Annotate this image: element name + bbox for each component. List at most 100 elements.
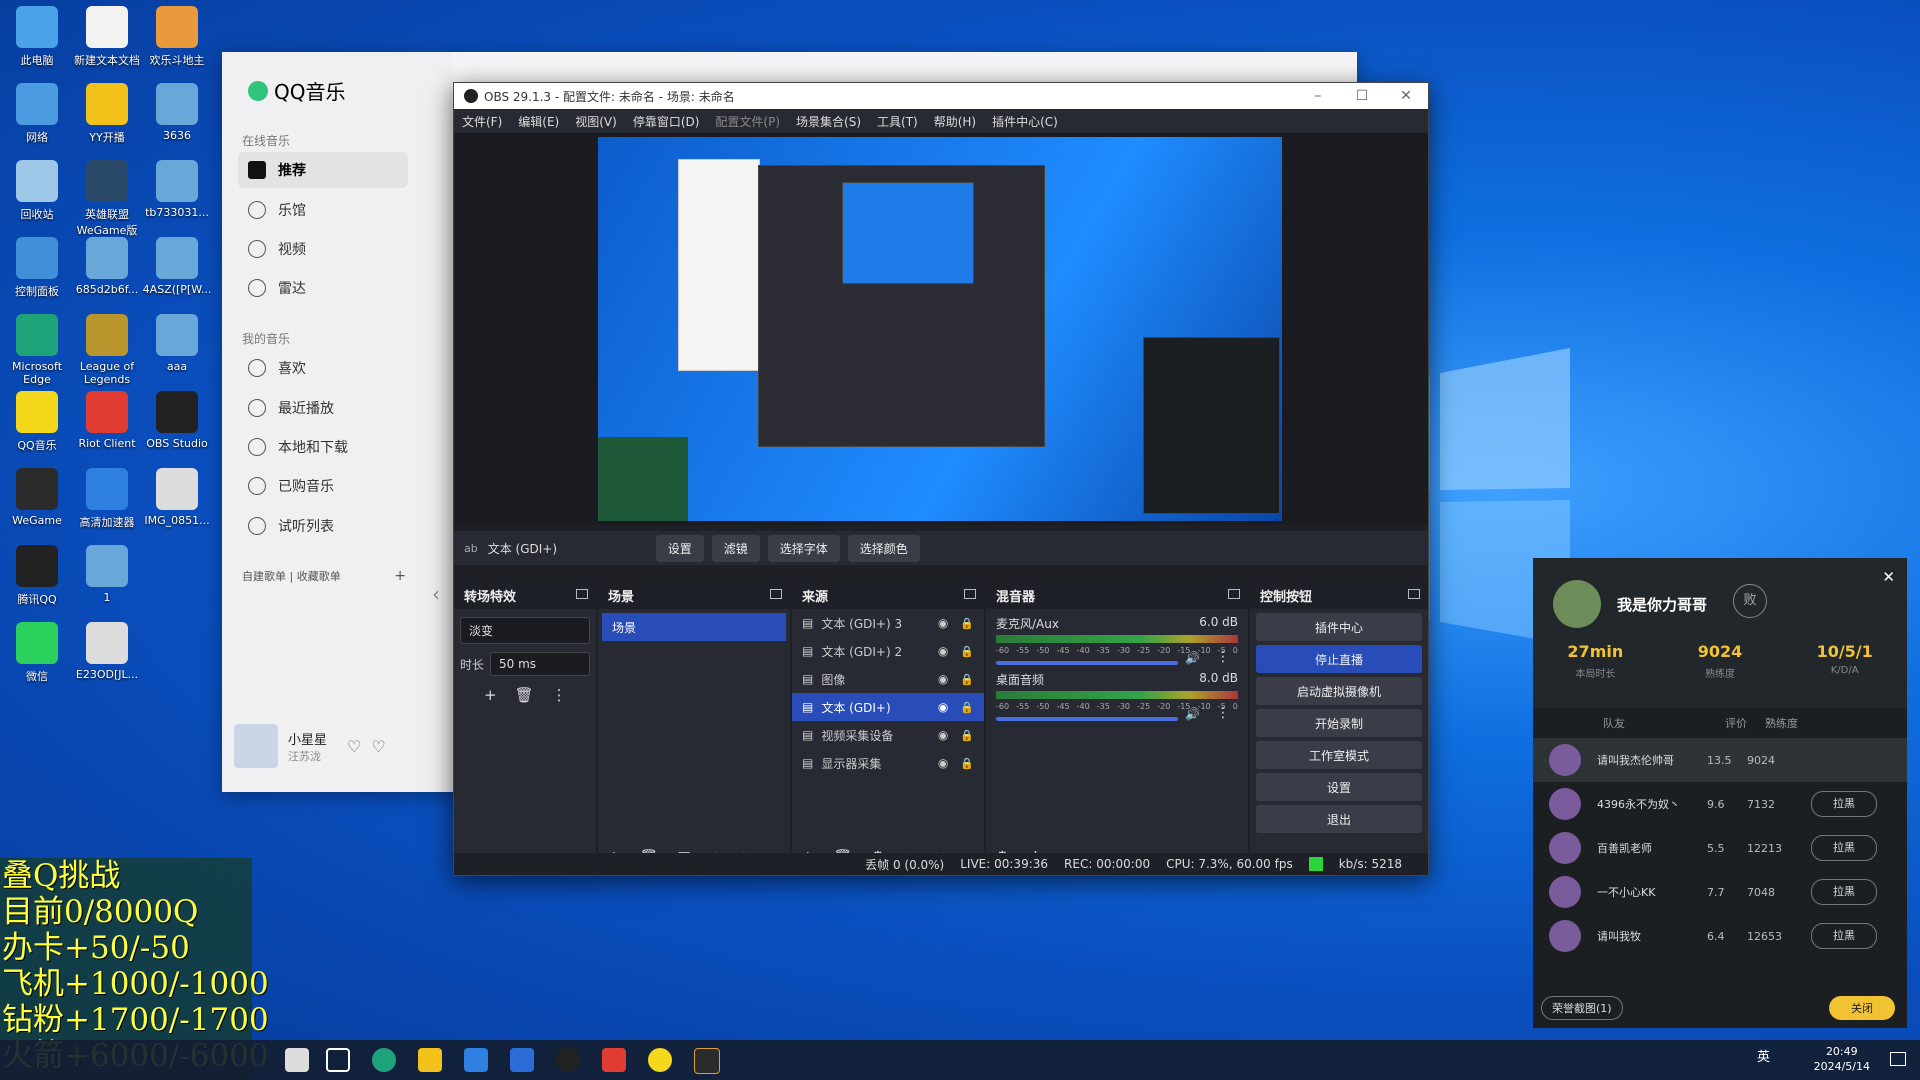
source-filters-button[interactable]: 滤镜 bbox=[711, 534, 760, 562]
more-icon[interactable]: ⋮ bbox=[1216, 649, 1230, 665]
desktop-icon[interactable]: WeGame bbox=[2, 468, 72, 527]
menu-profile[interactable]: 配置文件(P) bbox=[707, 113, 788, 130]
lock-icon[interactable]: 🔒 bbox=[960, 757, 974, 770]
add-icon[interactable]: + bbox=[484, 686, 515, 704]
nav-local-downloads[interactable]: 本地和下载 bbox=[238, 429, 408, 465]
desktop-icon[interactable]: YY开播 bbox=[72, 83, 142, 145]
menu-help[interactable]: 帮助(H) bbox=[926, 113, 984, 130]
desktop-icon[interactable]: tb733031... bbox=[142, 160, 212, 219]
desktop-icon[interactable]: 回收站 bbox=[2, 160, 72, 222]
studio-mode-button[interactable]: 工作室模式 bbox=[1256, 741, 1422, 769]
source-item[interactable]: ▤ 文本 (GDI+) 3 ◉ 🔒 bbox=[792, 609, 984, 637]
desktop-icon[interactable]: 微信 bbox=[2, 622, 72, 684]
nav-favorites[interactable]: 喜欢 bbox=[238, 350, 408, 386]
popout-icon[interactable] bbox=[964, 589, 976, 599]
lock-icon[interactable]: 🔒 bbox=[960, 729, 974, 742]
select-font-button[interactable]: 选择字体 bbox=[767, 534, 840, 562]
desktop-icon[interactable]: 英雄联盟WeGame版 bbox=[72, 160, 142, 238]
block-button[interactable]: 拉黑 bbox=[1811, 835, 1877, 861]
desktop-icon[interactable]: 控制面板 bbox=[2, 237, 72, 299]
nav-music-hall[interactable]: 乐馆 bbox=[238, 192, 408, 228]
desktop-icon[interactable]: 4ASZ([P[W... bbox=[142, 237, 212, 296]
transition-select[interactable]: 淡变 bbox=[460, 617, 590, 644]
lock-icon[interactable]: 🔒 bbox=[960, 701, 974, 714]
popout-icon[interactable] bbox=[1408, 589, 1420, 599]
nav-recommend[interactable]: 推荐 bbox=[238, 152, 408, 188]
nav-purchased[interactable]: 已购音乐 bbox=[238, 468, 408, 504]
desktop-icon[interactable]: Riot Client bbox=[72, 391, 142, 450]
add-playlist-button[interactable]: + bbox=[394, 568, 406, 584]
menu-scene-collection[interactable]: 场景集合(S) bbox=[788, 113, 869, 130]
popout-icon[interactable] bbox=[770, 589, 782, 599]
app-icon[interactable] bbox=[285, 1048, 309, 1072]
menu-docks[interactable]: 停靠窗口(D) bbox=[625, 113, 708, 130]
desktop-icon[interactable]: 3636 bbox=[142, 83, 212, 142]
task-view-icon[interactable] bbox=[326, 1048, 350, 1072]
menu-plugins[interactable]: 插件中心(C) bbox=[984, 113, 1066, 130]
desktop-icon[interactable]: 1 bbox=[72, 545, 142, 604]
riot-client-icon[interactable] bbox=[602, 1048, 626, 1072]
source-item[interactable]: ▤ 视频采集设备 ◉ 🔒 bbox=[792, 721, 984, 749]
wegame-taskbar-icon[interactable] bbox=[694, 1048, 720, 1074]
settings-button[interactable]: 设置 bbox=[1256, 773, 1422, 801]
exit-button[interactable]: 退出 bbox=[1256, 805, 1422, 833]
clock-date[interactable]: 2024/5/14 bbox=[1814, 1059, 1870, 1074]
close-button[interactable]: 关闭 bbox=[1829, 996, 1895, 1020]
track-artist[interactable]: 汪苏泷 bbox=[288, 748, 327, 764]
eye-icon[interactable]: ◉ bbox=[938, 672, 948, 686]
block-button[interactable]: 拉黑 bbox=[1811, 879, 1877, 905]
honor-screenshot-button[interactable]: 荣誉截图(1) bbox=[1541, 996, 1623, 1020]
speaker-icon[interactable]: 🔊 bbox=[1185, 651, 1200, 665]
obs-taskbar-icon[interactable] bbox=[556, 1048, 580, 1072]
desktop-icon[interactable]: 新建文本文档 bbox=[72, 6, 142, 68]
popout-icon[interactable] bbox=[1228, 589, 1240, 599]
eye-icon[interactable]: ◉ bbox=[938, 644, 948, 658]
heart-icon[interactable]: ♡ bbox=[347, 737, 361, 756]
maximize-icon[interactable]: ☐ bbox=[1340, 88, 1384, 104]
start-recording-button[interactable]: 开始录制 bbox=[1256, 709, 1422, 737]
album-cover[interactable] bbox=[234, 724, 278, 768]
more-icon[interactable]: ⋮ bbox=[552, 686, 585, 704]
source-item[interactable]: ▤ 显示器采集 ◉ 🔒 bbox=[792, 749, 984, 777]
mail-icon[interactable] bbox=[510, 1048, 534, 1072]
desktop-icon[interactable]: 685d2b6f... bbox=[72, 237, 142, 296]
select-color-button[interactable]: 选择颜色 bbox=[847, 534, 920, 562]
menu-view[interactable]: 视图(V) bbox=[567, 113, 625, 130]
stop-streaming-button[interactable]: 停止直播 bbox=[1256, 645, 1422, 673]
more-icon[interactable]: ⋮ bbox=[1216, 705, 1230, 721]
desktop-icon[interactable]: Microsoft Edge bbox=[2, 314, 72, 386]
volume-slider[interactable] bbox=[996, 661, 1178, 665]
block-button[interactable]: 拉黑 bbox=[1811, 791, 1877, 817]
eye-icon[interactable]: ◉ bbox=[938, 700, 948, 714]
block-button[interactable]: 拉黑 bbox=[1811, 923, 1877, 949]
desktop-icon[interactable]: QQ音乐 bbox=[2, 391, 72, 453]
nav-recent[interactable]: 最近播放 bbox=[238, 390, 408, 426]
menu-edit[interactable]: 编辑(E) bbox=[510, 113, 567, 130]
minimize-icon[interactable]: – bbox=[1296, 88, 1340, 104]
edge-icon[interactable] bbox=[372, 1048, 396, 1072]
scene-item[interactable]: 场景 bbox=[602, 613, 786, 641]
desktop-icon[interactable]: 高清加速器 bbox=[72, 468, 142, 530]
obs-preview[interactable] bbox=[454, 133, 1428, 525]
popout-icon[interactable] bbox=[576, 589, 588, 599]
eye-icon[interactable]: ◉ bbox=[938, 728, 948, 742]
desktop-icon[interactable]: 欢乐斗地主 bbox=[142, 6, 212, 68]
desktop-icon[interactable]: 此电脑 bbox=[2, 6, 72, 68]
menu-tools[interactable]: 工具(T) bbox=[869, 113, 926, 130]
lock-icon[interactable]: 🔒 bbox=[960, 617, 974, 630]
lock-icon[interactable]: 🔒 bbox=[960, 673, 974, 686]
duration-input[interactable]: 50 ms bbox=[490, 652, 590, 676]
speaker-icon[interactable]: 🔊 bbox=[1185, 707, 1200, 721]
ime-indicator[interactable]: 英 bbox=[1757, 1050, 1770, 1065]
plugin-center-button[interactable]: 插件中心 bbox=[1256, 613, 1422, 641]
source-settings-button[interactable]: 设置 bbox=[655, 534, 704, 562]
start-virtual-camera-button[interactable]: 启动虚拟摄像机 bbox=[1256, 677, 1422, 705]
close-icon[interactable]: ✕ bbox=[1384, 88, 1428, 104]
tab-saved-playlists[interactable]: 收藏歌单 bbox=[297, 570, 341, 583]
dislike-icon[interactable]: ♡ bbox=[371, 737, 385, 756]
clock-time[interactable]: 20:49 bbox=[1814, 1044, 1870, 1059]
nav-video[interactable]: 视频 bbox=[238, 231, 408, 267]
desktop-icon[interactable]: League of Legends bbox=[72, 314, 142, 386]
eye-icon[interactable]: ◉ bbox=[938, 616, 948, 630]
notification-icon[interactable] bbox=[1890, 1052, 1906, 1066]
